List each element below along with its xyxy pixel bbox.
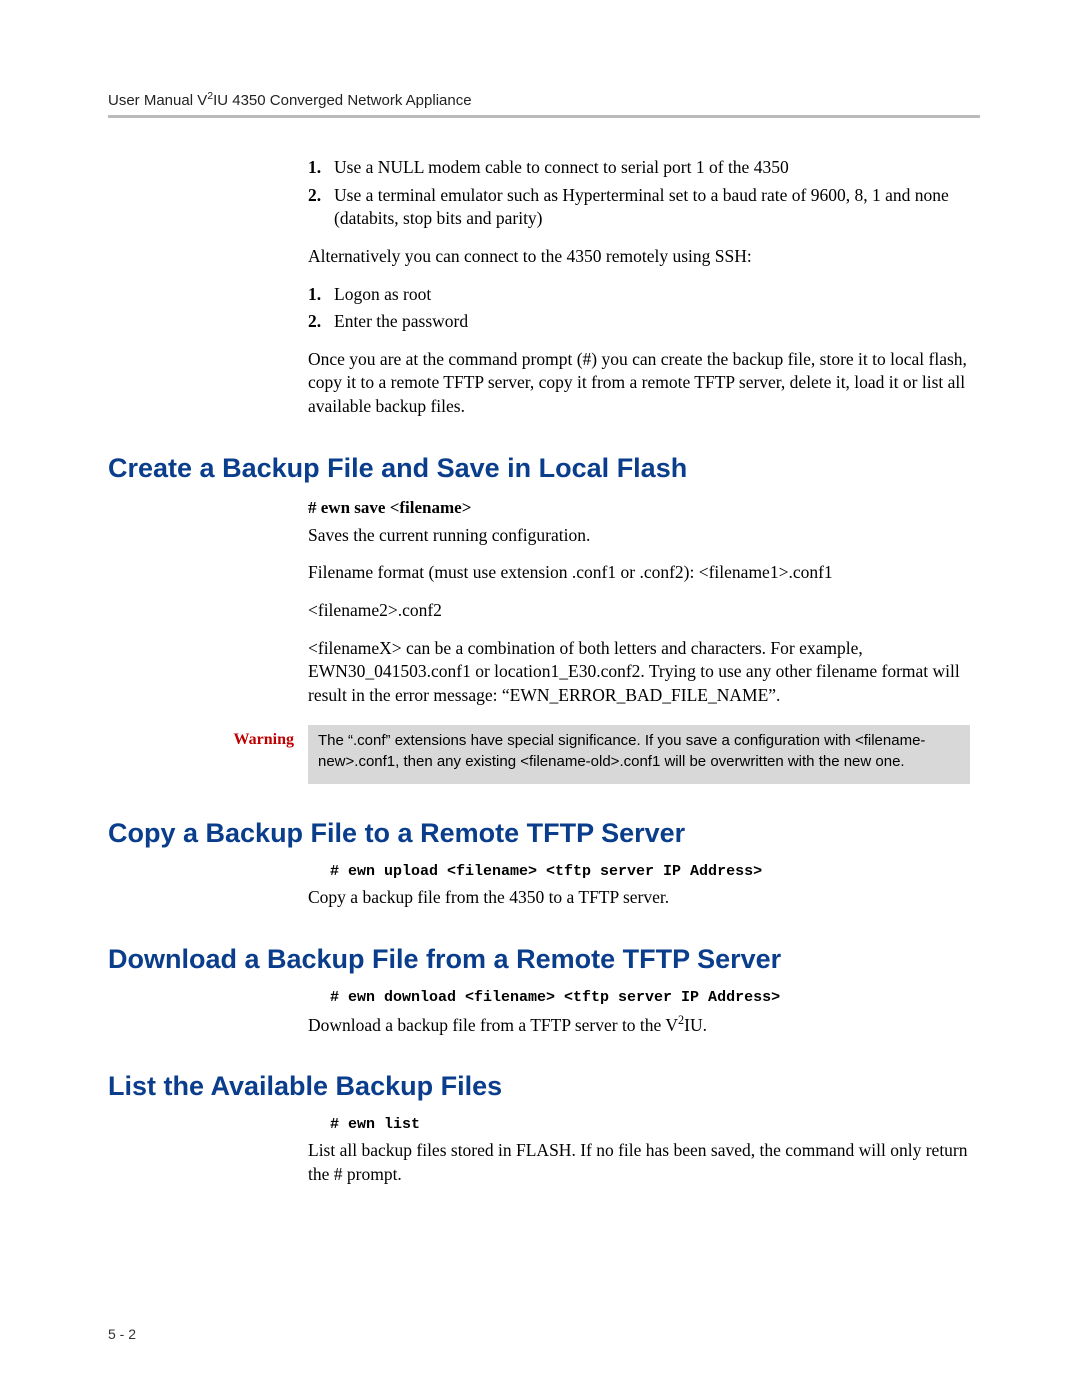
command-text: # ewn save <filename>: [308, 498, 970, 518]
warning-label: Warning: [208, 725, 308, 784]
list-item: 1.Logon as root: [308, 283, 970, 307]
section4-body: # ewn list List all backup files stored …: [308, 1116, 970, 1186]
list-item: 2.Enter the password: [308, 310, 970, 334]
intro-block: 1.Use a NULL modem cable to connect to s…: [308, 156, 970, 419]
list-item: 1.Use a NULL modem cable to connect to s…: [308, 156, 970, 180]
command-text: # ewn upload <filename> <tftp server IP …: [330, 863, 970, 880]
section1-body: # ewn save <filename> Saves the current …: [308, 498, 970, 708]
header-rule: [108, 115, 980, 118]
section3-body: # ewn download <filename> <tftp server I…: [308, 989, 970, 1037]
body-paragraph: Alternatively you can connect to the 435…: [308, 245, 970, 269]
section-heading-create-backup: Create a Backup File and Save in Local F…: [108, 453, 980, 484]
body-paragraph: <filenameX> can be a combination of both…: [308, 637, 970, 708]
section-heading-list-backup: List the Available Backup Files: [108, 1071, 980, 1102]
ssh-steps-list: 1.Logon as root 2.Enter the password: [308, 283, 970, 334]
body-paragraph: List all backup files stored in FLASH. I…: [308, 1139, 970, 1186]
body-paragraph: Once you are at the command prompt (#) y…: [308, 348, 970, 419]
section-heading-copy-backup: Copy a Backup File to a Remote TFTP Serv…: [108, 818, 980, 849]
body-paragraph: Copy a backup file from the 4350 to a TF…: [308, 886, 970, 910]
document-page: User Manual V2IU 4350 Converged Network …: [0, 0, 1080, 1397]
warning-container: Warning The “.conf” extensions have spec…: [208, 725, 970, 784]
command-text: # ewn list: [330, 1116, 970, 1133]
section-heading-download-backup: Download a Backup File from a Remote TFT…: [108, 944, 980, 975]
serial-steps-list: 1.Use a NULL modem cable to connect to s…: [308, 156, 970, 231]
body-paragraph: Download a backup file from a TFTP serve…: [308, 1012, 970, 1037]
body-paragraph: Filename format (must use extension .con…: [308, 561, 970, 585]
command-text: # ewn download <filename> <tftp server I…: [330, 989, 970, 1006]
warning-message: The “.conf” extensions have special sign…: [308, 725, 970, 784]
page-number: 5 - 2: [108, 1326, 136, 1342]
body-paragraph: Saves the current running configuration.: [308, 524, 970, 548]
section2-body: # ewn upload <filename> <tftp server IP …: [308, 863, 970, 910]
page-header: User Manual V2IU 4350 Converged Network …: [108, 90, 980, 109]
list-item: 2.Use a terminal emulator such as Hypert…: [308, 184, 970, 231]
body-paragraph: <filename2>.conf2: [308, 599, 970, 623]
